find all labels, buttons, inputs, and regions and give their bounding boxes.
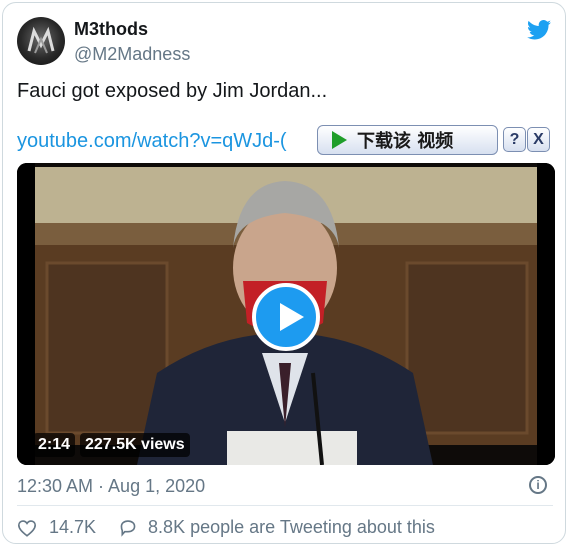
- divider: [17, 505, 553, 506]
- video-player[interactable]: 2:14 227.5K views: [17, 163, 555, 465]
- info-icon[interactable]: i: [529, 476, 547, 494]
- download-label: 下载该 视频: [357, 131, 454, 152]
- replies-text[interactable]: 8.8K people are Tweeting about this: [148, 517, 435, 538]
- avatar[interactable]: [17, 17, 65, 65]
- user-handle[interactable]: @M2Madness: [74, 44, 190, 65]
- video-duration: 2:14: [33, 433, 76, 457]
- heart-icon[interactable]: [17, 519, 37, 537]
- tweet-timestamp[interactable]: 12:30 AM · Aug 1, 2020: [17, 476, 205, 497]
- video-download-toolbar: 下载该 视频 ? X: [309, 123, 553, 159]
- video-views: 227.5K views: [80, 433, 190, 457]
- tweet-card: M3thods @M2Madness Fauci got exposed by …: [2, 2, 566, 544]
- play-button[interactable]: [252, 283, 320, 351]
- help-button[interactable]: ?: [503, 127, 526, 152]
- download-video-button[interactable]: 下载该 视频: [317, 125, 498, 155]
- twitter-bird-icon[interactable]: [527, 20, 551, 40]
- close-button[interactable]: X: [527, 127, 550, 152]
- reply-icon[interactable]: [118, 519, 138, 537]
- display-name[interactable]: M3thods: [74, 19, 148, 40]
- tweet-actions: 14.7K 8.8K people are Tweeting about thi…: [17, 517, 435, 538]
- play-icon: [332, 131, 347, 149]
- tweet-text: Fauci got exposed by Jim Jordan...: [17, 80, 328, 102]
- like-count[interactable]: 14.7K: [49, 517, 96, 538]
- tweet-link[interactable]: youtube.com/watch?v=qWJd-(: [17, 130, 287, 153]
